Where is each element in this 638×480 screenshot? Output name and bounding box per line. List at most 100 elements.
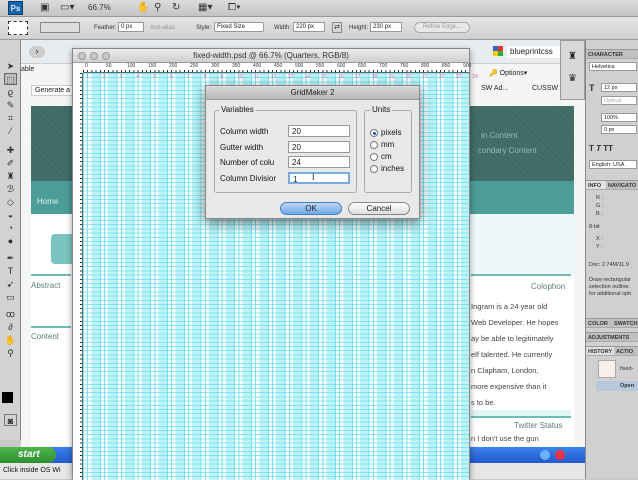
language-select[interactable]: English: USA (589, 160, 637, 169)
brush-panel-icon[interactable]: ♜ (568, 51, 577, 62)
column-number: 14 (304, 74, 310, 80)
start-button[interactable]: start (0, 447, 56, 463)
radio-mm[interactable] (370, 141, 378, 149)
width-input[interactable]: 220 px (293, 22, 325, 32)
radio-cm[interactable] (370, 153, 378, 161)
shape-tool-icon[interactable]: ▭ (4, 291, 17, 303)
blur-tool-icon[interactable]: ◔ (4, 222, 17, 234)
tab-character[interactable]: CHARACTER (586, 49, 638, 59)
crop-tool-icon[interactable]: ⌗ (4, 112, 17, 124)
paint-bucket-icon[interactable]: ◒ (4, 209, 17, 221)
colophon-heading: Colophon (531, 282, 565, 291)
tray-security-icon[interactable] (555, 450, 565, 460)
baseline-shift-input[interactable]: 0 px (601, 125, 637, 134)
tab-color[interactable]: COLOR (586, 318, 612, 328)
column-division-input[interactable]: 1 (288, 172, 350, 184)
column-number: 2 (103, 74, 106, 80)
link-secondary-content[interactable]: condary Content (478, 146, 537, 155)
tweet-text: n I don't use the gun (471, 434, 539, 444)
tab-actions[interactable]: ACTIO (614, 346, 638, 356)
eyedropper-tool-icon[interactable]: ⁄ (4, 125, 17, 137)
nav-home[interactable]: Home (37, 197, 58, 206)
radio-pixels[interactable] (370, 129, 378, 137)
clone-stamp-icon[interactable]: ♜ (4, 170, 17, 182)
divider (471, 274, 571, 276)
bridge-button[interactable]: ▣ (40, 2, 49, 14)
marquee-tool-icon[interactable]: ⬚ (4, 73, 17, 85)
column-width-input[interactable]: 20 (288, 125, 350, 137)
font-family-select[interactable]: Helvetica (589, 62, 637, 71)
tab-adjustments[interactable]: ADJUSTMENTS (586, 332, 638, 342)
brush-tool-icon[interactable]: ✐ (4, 157, 17, 169)
height-input[interactable]: 230 px (370, 22, 402, 32)
cancel-button[interactable]: Cancel (348, 202, 410, 215)
refine-edge-button[interactable]: Refine Edge... (414, 22, 470, 33)
forward-button[interactable]: › (29, 46, 45, 58)
link-main-content[interactable]: in Content (481, 131, 517, 140)
pen-tool-icon[interactable]: ✒ (4, 252, 17, 264)
quick-select-tool-icon[interactable]: ✎ (4, 99, 17, 111)
ok-button[interactable]: OK (280, 202, 342, 215)
tray-icon[interactable] (540, 450, 550, 460)
column-number: 20 (405, 74, 411, 80)
marquee-preset-icon[interactable] (8, 21, 28, 35)
style-select[interactable]: Fixed Size (214, 22, 264, 32)
anti-alias-checkbox[interactable]: Anti-alias (150, 25, 175, 31)
screen-mode-icon[interactable]: ⧠▾ (228, 2, 241, 14)
info-hint-1: Draw rectangular (589, 277, 631, 283)
info-hint-3: for additional opti (589, 291, 631, 297)
history-state-open[interactable]: Open (596, 381, 638, 391)
dodge-tool-icon[interactable]: ● (4, 235, 17, 247)
content-heading: Content (31, 332, 59, 341)
path-select-icon[interactable]: ➹ (4, 278, 17, 290)
history-brush-icon[interactable]: ℬ (4, 183, 17, 195)
lasso-tool-icon[interactable]: ϱ (4, 86, 17, 98)
column-number: 7 (187, 74, 190, 80)
gutter-width-input[interactable]: 20 (288, 141, 350, 153)
column-number: 9 (220, 74, 223, 80)
quick-mask-icon[interactable]: ◙ (4, 414, 17, 426)
tab-history[interactable]: HISTORY (586, 346, 614, 356)
rotate-view-icon[interactable]: ↻ (172, 2, 180, 14)
3d-orbit-icon[interactable]: ∂ (4, 321, 17, 333)
vertical-scale-input[interactable]: 100% (601, 113, 637, 122)
panel-dock: ♜ ♛ (560, 40, 585, 100)
arrange-documents-icon[interactable]: ▦▾ (198, 2, 212, 14)
tab-navigator[interactable]: NAVIGATO (606, 180, 638, 190)
3d-rotate-icon[interactable]: ꝏ (4, 308, 17, 320)
tab-info[interactable]: INFO (586, 180, 606, 190)
options-label: Options (500, 70, 524, 77)
move-tool-icon[interactable]: ➤ (4, 60, 17, 72)
options-menu[interactable]: 🔑 Options▾ (489, 69, 527, 77)
zoom-tool-icon[interactable]: ⚲ (154, 2, 161, 14)
bio-line: s to be. (471, 395, 574, 411)
foreground-color-swatch[interactable] (2, 392, 13, 403)
hand-tool-icon[interactable]: ✋ (4, 334, 17, 346)
browser-menu-able[interactable]: able (21, 66, 34, 73)
clone-source-icon[interactable]: ♛ (568, 73, 577, 84)
radio-inches[interactable] (370, 165, 378, 173)
number-of-columns-input[interactable]: 24 (288, 156, 350, 168)
tab-swatches[interactable]: SWATCH (612, 318, 638, 328)
type-tool-icon[interactable]: T (4, 265, 17, 277)
info-y: Y : (596, 244, 603, 250)
kerning-input[interactable]: Optical (601, 96, 637, 105)
view-extras-button[interactable]: ▭▾ (60, 2, 74, 14)
text-style-buttons[interactable]: T T TT (589, 144, 613, 153)
bookmark-generate[interactable]: Generate a (31, 85, 74, 96)
feather-input[interactable]: 0 px (118, 22, 144, 32)
hand-tool-icon[interactable]: ✋ (137, 2, 149, 14)
zoom-tool-icon[interactable]: ⚲ (4, 347, 17, 359)
eraser-tool-icon[interactable]: ◇ (4, 196, 17, 208)
vertical-ruler[interactable] (73, 73, 83, 480)
column-number: 10 (237, 74, 243, 80)
swap-dimensions-icon[interactable]: ⇄ (332, 22, 342, 33)
right-panels: CHARACTER Helvetica T 12 px Optical 100%… (585, 40, 638, 479)
snapshot-thumbnail[interactable] (598, 360, 616, 378)
zoom-level-select[interactable]: 66.7% (88, 2, 111, 14)
font-size-input[interactable]: 12 px (601, 83, 637, 92)
feather-label: Feather: (94, 25, 116, 31)
bookmark-sw-ad[interactable]: SW Ad... (478, 84, 511, 93)
selection-mode-buttons[interactable] (40, 22, 80, 33)
healing-brush-icon[interactable]: ✚ (4, 144, 17, 156)
